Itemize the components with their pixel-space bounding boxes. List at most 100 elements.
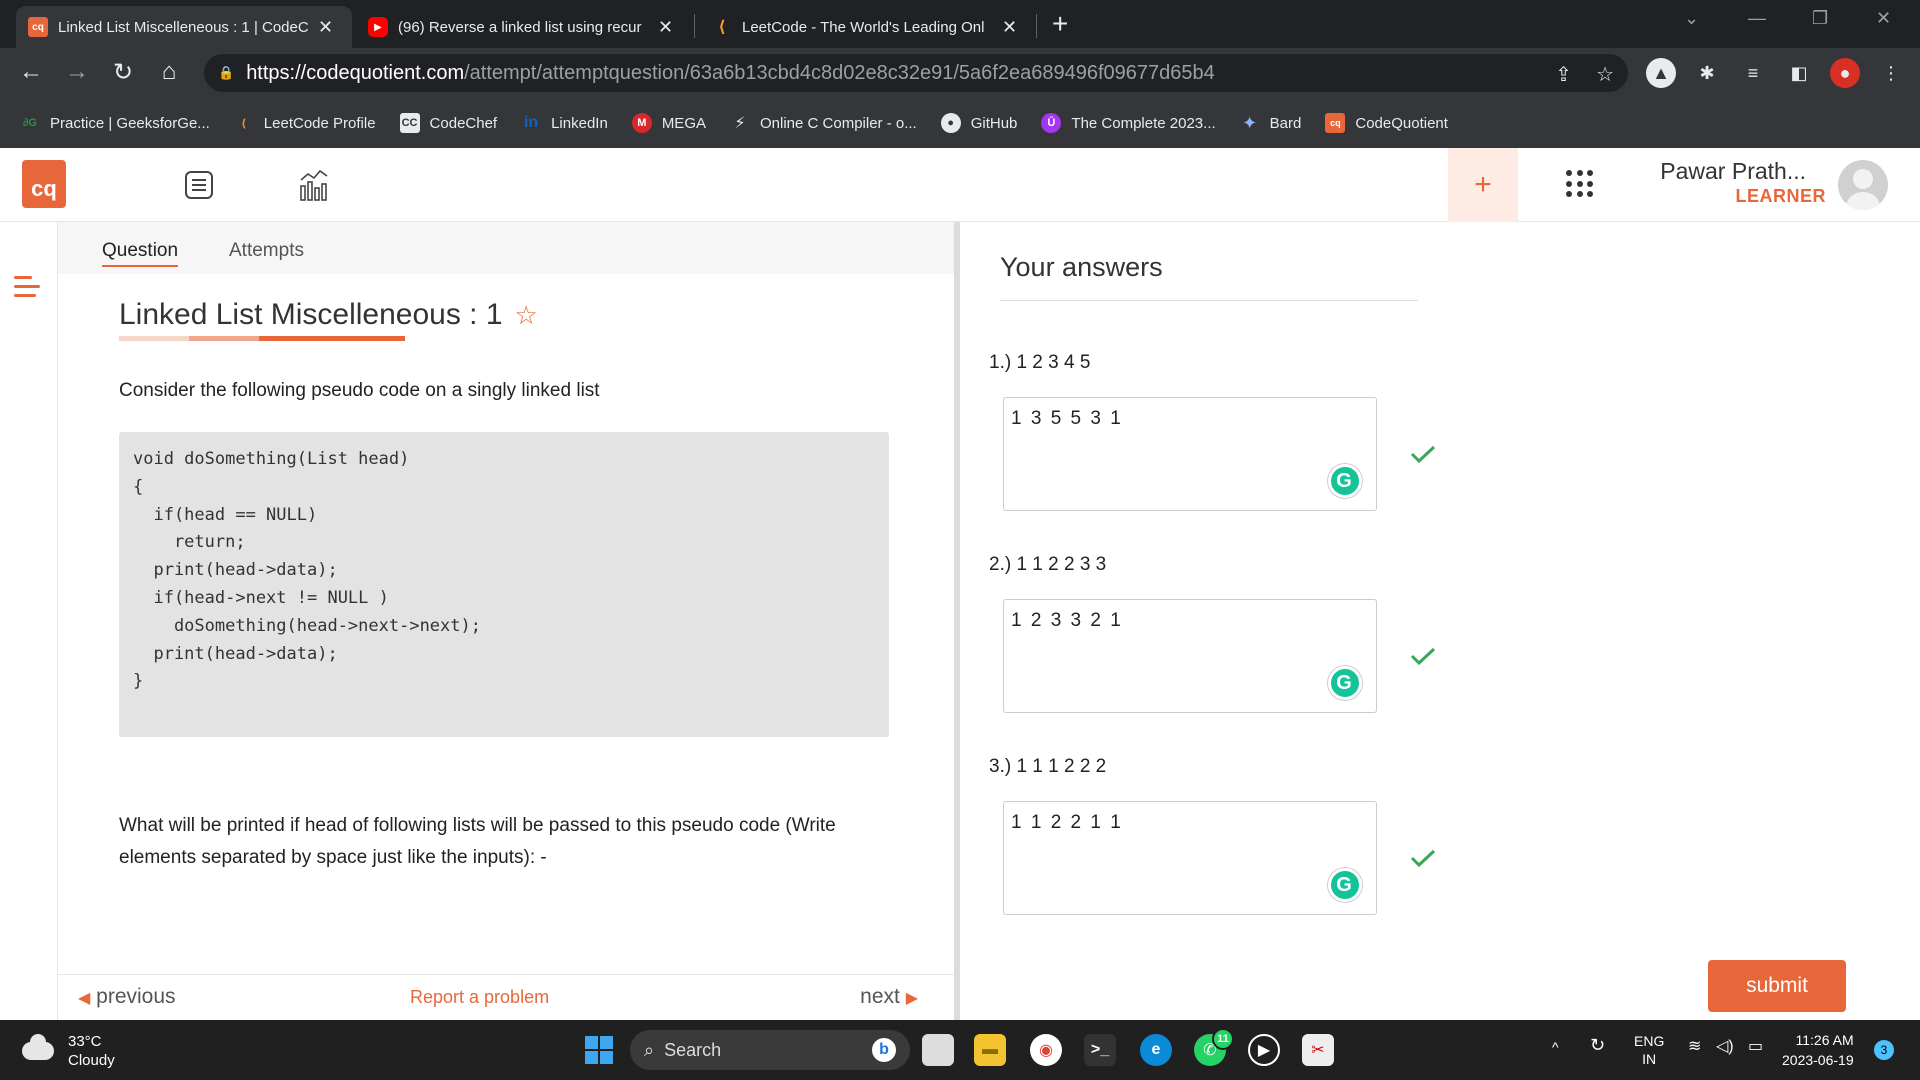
- submit-button[interactable]: submit: [1708, 960, 1846, 1012]
- wifi-icon[interactable]: ≋: [1688, 1038, 1701, 1056]
- question-footer: ◀ previous Report a problem next ▶: [58, 974, 954, 1020]
- browser-menu-icon[interactable]: ⋮: [1876, 58, 1906, 88]
- close-window-button[interactable]: ✕: [1876, 8, 1891, 29]
- left-rail: [0, 222, 58, 1020]
- chevron-right-icon: ▶: [905, 990, 918, 1007]
- bookmark-github[interactable]: ● GitHub: [940, 113, 1017, 133]
- battery-icon[interactable]: ▭: [1748, 1038, 1763, 1056]
- whatsapp-icon[interactable]: ✆ 11: [1194, 1028, 1234, 1066]
- question-list-icon[interactable]: [184, 170, 214, 205]
- side-panel-icon[interactable]: ◧: [1784, 58, 1814, 88]
- answer-label-1: 1.) 1 2 3 4 5: [989, 352, 1091, 373]
- apps-grid-icon[interactable]: [1566, 170, 1594, 198]
- grammarly-icon[interactable]: G: [1328, 666, 1362, 700]
- youtube-icon: ▶: [368, 17, 388, 37]
- close-tab-icon[interactable]: ✕: [1002, 17, 1017, 38]
- windows-start-icon[interactable]: [585, 1036, 613, 1064]
- bookmark-udemy-course[interactable]: Ū The Complete 2023...: [1041, 113, 1216, 133]
- address-bar[interactable]: 🔒 https://codequotient.com/attempt/attem…: [204, 54, 1628, 92]
- grammarly-icon[interactable]: G: [1328, 868, 1362, 902]
- tab-separator: [1036, 14, 1037, 38]
- code-line: doSomething(head->next->next);: [133, 615, 481, 636]
- bing-icon[interactable]: b: [872, 1038, 896, 1062]
- tab-codequotient[interactable]: cq Linked List Miscelleneous : 1 | CodeC…: [16, 6, 352, 48]
- answer-input-1[interactable]: 1 3 5 5 3 1 G: [1003, 397, 1377, 511]
- notification-badge[interactable]: 3: [1874, 1040, 1894, 1060]
- restore-button[interactable]: ❐: [1812, 8, 1828, 29]
- search-label: Search: [664, 1039, 722, 1060]
- tray-overflow-icon[interactable]: ^: [1552, 1038, 1559, 1056]
- clock-date: 2023-06-19: [1782, 1052, 1854, 1068]
- minimize-button[interactable]: —: [1748, 8, 1766, 29]
- bookmark-star-icon[interactable]: ☆: [1596, 62, 1614, 87]
- close-tab-icon[interactable]: ✕: [658, 17, 673, 38]
- bard-icon: ✦: [1242, 112, 1258, 133]
- profile-avatar-icon[interactable]: ●: [1830, 58, 1860, 88]
- favorite-star-icon[interactable]: ☆: [515, 300, 538, 331]
- taskbar-search[interactable]: ⌕ Search b: [630, 1030, 910, 1070]
- forward-icon[interactable]: →: [62, 58, 92, 86]
- tab-search-icon[interactable]: ⌄: [1684, 8, 1699, 29]
- bookmark-bard[interactable]: ✦ Bard: [1240, 112, 1301, 133]
- report-problem-link[interactable]: Report a problem: [410, 987, 549, 1008]
- system-clock[interactable]: 11:26 AM 2023-06-19: [1782, 1030, 1854, 1070]
- tab-question[interactable]: Question: [102, 240, 179, 267]
- bookmark-geeksforgeeks[interactable]: ∂G Practice | GeeksforGe...: [20, 113, 210, 133]
- leaderboard-chart-icon[interactable]: [298, 168, 330, 207]
- search-icon: ⌕: [644, 1039, 655, 1060]
- snipping-tool-icon[interactable]: ✂: [1302, 1034, 1334, 1066]
- reload-icon[interactable]: ↻: [108, 58, 138, 87]
- bookmark-online-c-compiler[interactable]: ⚡ Online C Compiler - o...: [730, 113, 916, 133]
- back-icon[interactable]: ←: [16, 58, 46, 86]
- bookmark-codechef[interactable]: CC CodeChef: [399, 113, 497, 133]
- bookmark-mega[interactable]: M MEGA: [631, 113, 706, 133]
- next-label: next: [860, 985, 900, 1008]
- tab-youtube[interactable]: ▶ (96) Reverse a linked list using recur…: [356, 6, 692, 48]
- sidebar-menu-icon[interactable]: [14, 276, 40, 303]
- weather-widget[interactable]: 33°C Cloudy: [22, 1032, 115, 1070]
- previous-button[interactable]: ◀ previous: [78, 985, 176, 1009]
- mega-icon: M: [631, 113, 652, 133]
- extension-a-icon[interactable]: ▲: [1646, 58, 1676, 88]
- grammarly-icon[interactable]: G: [1328, 464, 1362, 498]
- media-player-icon[interactable]: ▶: [1248, 1034, 1280, 1066]
- tab-attempts[interactable]: Attempts: [229, 240, 304, 262]
- bookmark-codequotient[interactable]: cq CodeQuotient: [1325, 113, 1448, 133]
- codequotient-logo[interactable]: cq: [22, 160, 66, 208]
- question-intro: Consider the following pseudo code on a …: [119, 380, 600, 401]
- leetcode-icon: ⟨: [241, 117, 247, 130]
- gfg-icon: ∂G: [23, 117, 37, 129]
- extensions-puzzle-icon[interactable]: ✱: [1692, 58, 1722, 88]
- question-tabs: Question Attempts: [58, 222, 954, 274]
- answer-panel: Your answers 1.) 1 2 3 4 5 1 3 5 5 3 1 G…: [960, 222, 1920, 1020]
- answer-input-2[interactable]: 1 2 3 3 2 1 G: [1003, 599, 1377, 713]
- language-indicator[interactable]: ENG IN: [1634, 1032, 1664, 1068]
- add-button[interactable]: +: [1448, 148, 1518, 222]
- bookmark-linkedin[interactable]: in LinkedIn: [521, 113, 608, 133]
- github-icon: ●: [940, 113, 961, 133]
- bookmark-leetcode-profile[interactable]: ⟨ LeetCode Profile: [234, 113, 375, 133]
- next-button[interactable]: next ▶: [860, 985, 918, 1009]
- edge-icon[interactable]: e: [1140, 1034, 1172, 1066]
- sync-icon[interactable]: ↻: [1590, 1036, 1605, 1054]
- bookmarks-bar: ∂G Practice | GeeksforGe... ⟨ LeetCode Pro…: [0, 98, 1920, 148]
- home-icon[interactable]: ⌂: [154, 58, 184, 86]
- answer-label-2: 2.) 1 1 2 2 3 3: [989, 554, 1107, 575]
- code-line: void doSomething(List head): [133, 449, 410, 469]
- bookmark-label: Practice | GeeksforGe...: [50, 114, 210, 132]
- close-tab-icon[interactable]: ✕: [318, 17, 333, 38]
- url-path: /attempt/attemptquestion/63a6b13cbd4c8d0…: [464, 61, 1215, 84]
- cloud-icon: [22, 1034, 54, 1060]
- share-icon[interactable]: ⇪: [1555, 62, 1572, 87]
- user-name[interactable]: Pawar Prath...: [1660, 158, 1806, 185]
- media-queue-icon[interactable]: ≡: [1738, 58, 1768, 88]
- terminal-icon[interactable]: >_: [1084, 1034, 1116, 1066]
- new-tab-button[interactable]: +: [1052, 8, 1068, 40]
- tab-leetcode[interactable]: ⟨ LeetCode - The World's Leading Onl ✕: [700, 6, 1036, 48]
- answer-input-3[interactable]: 1 1 2 2 1 1 G: [1003, 801, 1377, 915]
- chrome-icon[interactable]: ◉: [1030, 1034, 1062, 1066]
- volume-icon[interactable]: ◁): [1716, 1038, 1734, 1056]
- file-explorer-icon[interactable]: ▬: [974, 1034, 1006, 1066]
- user-avatar[interactable]: [1838, 160, 1888, 210]
- task-view-icon[interactable]: [922, 1034, 954, 1066]
